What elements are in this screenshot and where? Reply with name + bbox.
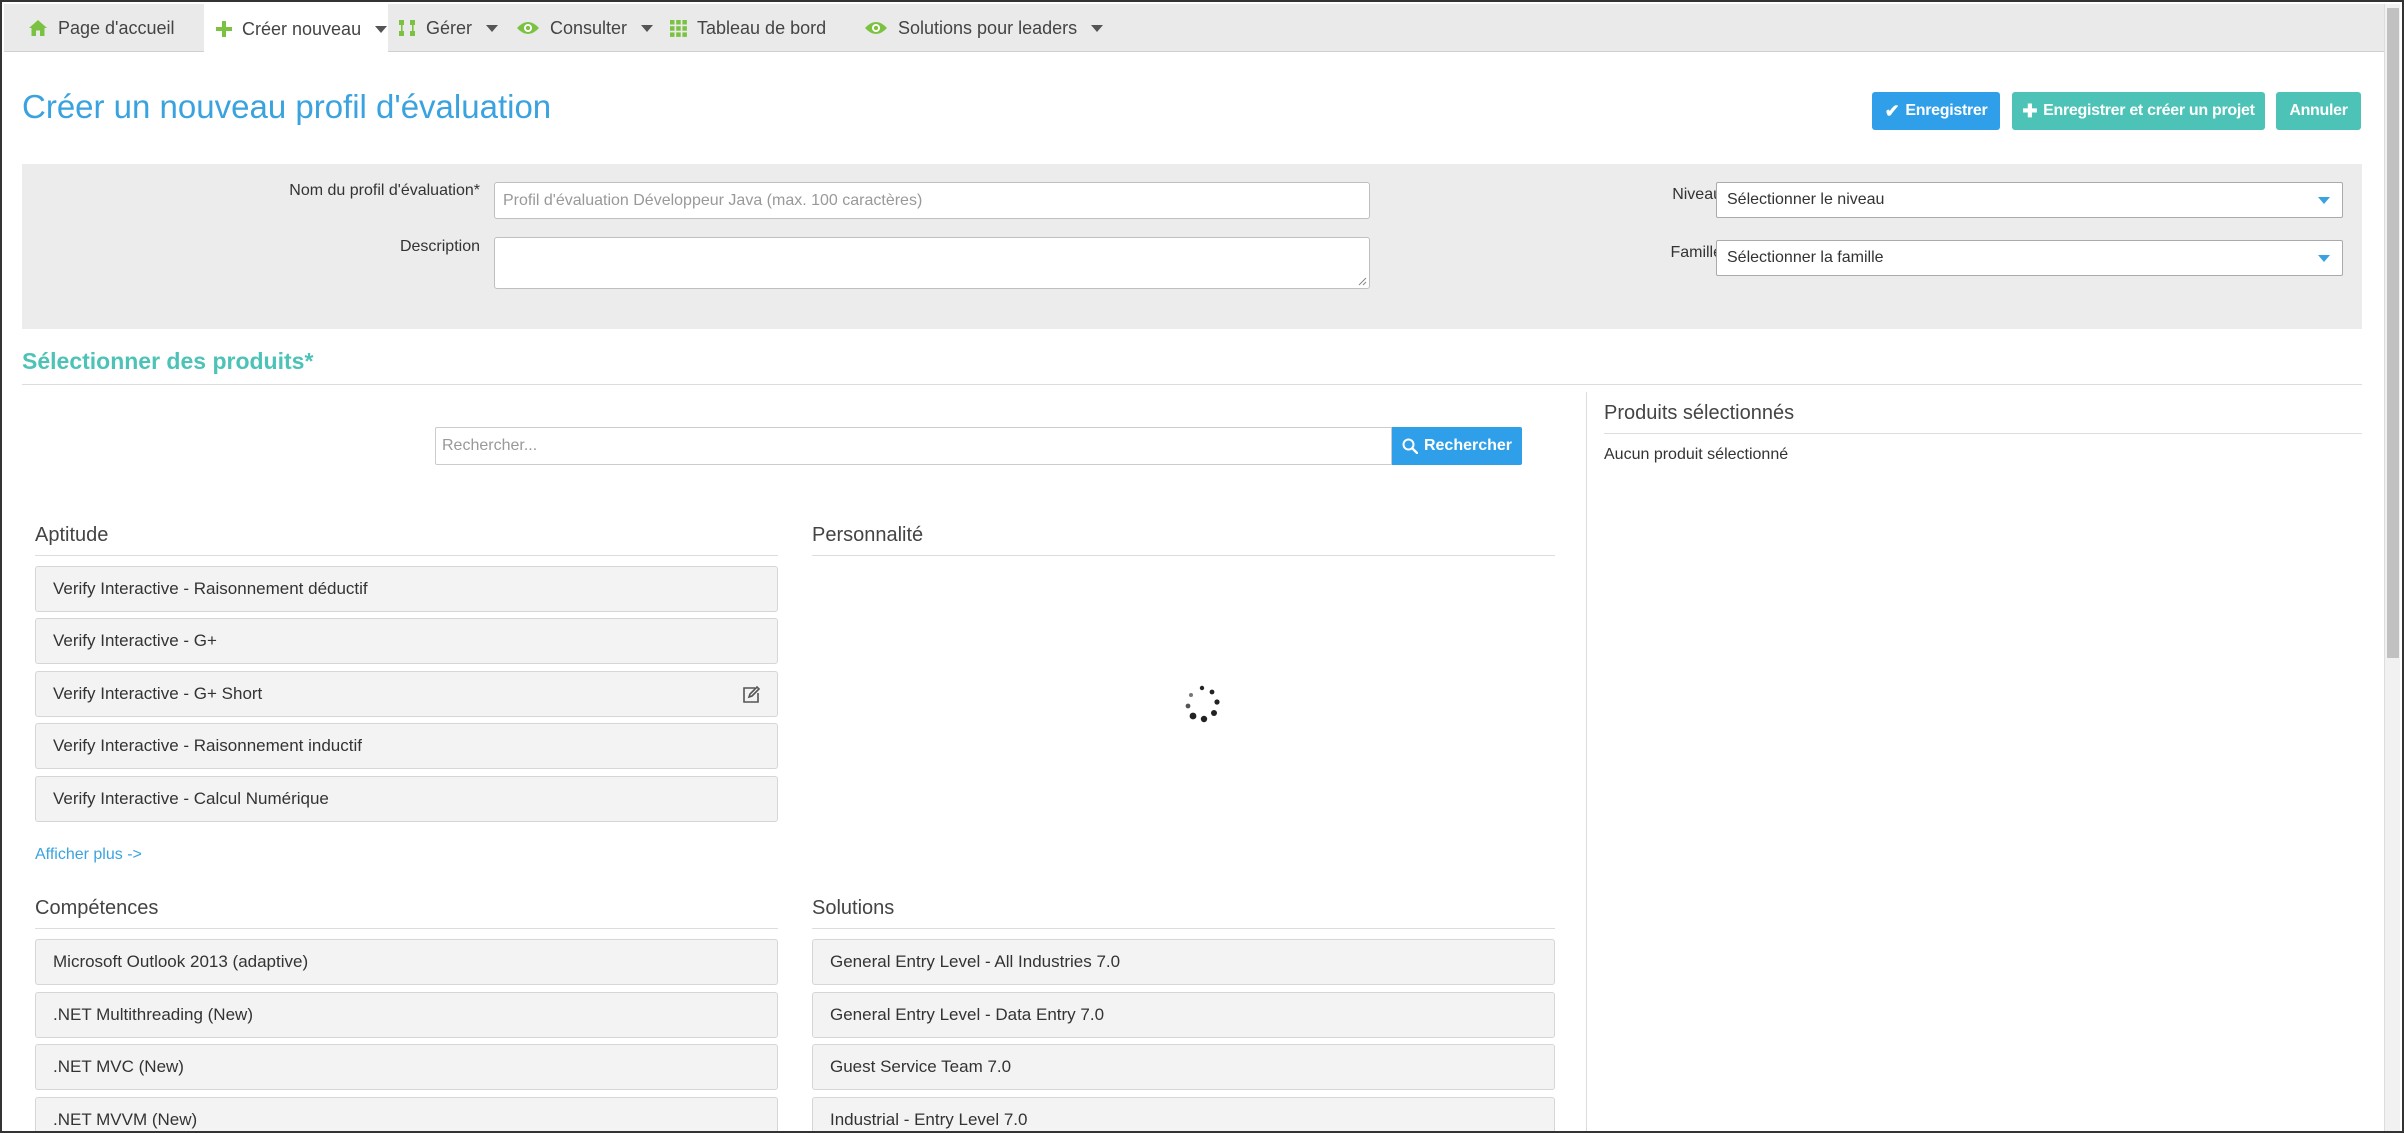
selected-products-title: Produits sélectionnés [1604, 402, 1795, 424]
selected-products-empty: Aucun produit sélectionné [1604, 446, 1789, 463]
personality-divider [812, 555, 1555, 556]
list-item[interactable]: Verify Interactive - G+ [35, 618, 778, 664]
level-select[interactable]: Sélectionner le niveau [1716, 182, 2343, 218]
nav-dashboard-label: Tableau de bord [697, 17, 827, 38]
chevron-down-icon [375, 25, 388, 33]
selected-products-divider [1604, 433, 2362, 434]
eye-icon [864, 20, 888, 36]
list-item[interactable]: Industrial - Entry Level 7.0 [812, 1097, 1555, 1131]
save-project-button-label: Enregistrer et créer un projet [2043, 102, 2255, 119]
product-search-input[interactable]: Rechercher... [435, 427, 1392, 465]
list-item[interactable]: Guest Service Team 7.0 [812, 1044, 1555, 1090]
description-textarea[interactable] [494, 237, 1370, 289]
list-item[interactable]: .NET MVVM (New) [35, 1097, 778, 1131]
list-item[interactable]: General Entry Level - Data Entry 7.0 [812, 992, 1555, 1038]
column-divider [1586, 392, 1587, 1131]
cancel-button[interactable]: Annuler [2276, 92, 2361, 130]
chevron-down-icon [641, 24, 654, 32]
list-item[interactable]: Verify Interactive - Calcul Numérique [35, 776, 778, 822]
aptitude-title: Aptitude [35, 524, 109, 546]
nav-home[interactable]: Page d'accueil [28, 4, 175, 52]
edit-icon[interactable] [741, 685, 761, 705]
description-label: Description [399, 238, 480, 255]
nav-consult-label: Consulter [550, 17, 628, 38]
top-nav: Page d'accueil Créer nouveau Gérer Consu… [4, 4, 2388, 54]
eye-icon [516, 20, 540, 36]
manage-icon [398, 19, 416, 37]
section-divider [22, 384, 2362, 385]
solutions-divider [812, 928, 1555, 929]
nav-home-label: Page d'accueil [58, 17, 175, 38]
list-item[interactable]: .NET MVC (New) [35, 1044, 778, 1090]
app-window: Page d'accueil Créer nouveau Gérer Consu… [0, 0, 2404, 1133]
skills-divider [35, 928, 778, 929]
nav-leaders-label: Solutions pour leaders [898, 17, 1078, 38]
personality-title: Personnalité [812, 524, 924, 546]
list-item[interactable]: Microsoft Outlook 2013 (adaptive) [35, 939, 778, 985]
list-item[interactable]: Verify Interactive - G+ Short [35, 671, 778, 717]
scrollbar-thumb[interactable] [2387, 8, 2399, 658]
page-title: Créer un nouveau profil d'évaluation [22, 88, 552, 125]
nav-leaders[interactable]: Solutions pour leaders [864, 4, 1104, 52]
show-more-link[interactable]: Afficher plus -> [35, 846, 142, 864]
family-select[interactable]: Sélectionner la famille [1716, 240, 2343, 276]
list-item-label: Verify Interactive - G+ Short [53, 684, 263, 703]
list-item[interactable]: Verify Interactive - Raisonnement déduct… [35, 566, 778, 612]
skills-title: Compétences [35, 897, 159, 919]
select-products-title: Sélectionner des produits* [22, 348, 314, 374]
chevron-down-icon [486, 24, 499, 32]
check-icon: ✔ [1884, 100, 1900, 121]
level-select-value: Sélectionner le niveau [1727, 191, 1885, 208]
list-item[interactable]: .NET Multithreading (New) [35, 992, 778, 1038]
loading-spinner-icon [1185, 685, 1220, 723]
chevron-down-icon [2318, 255, 2330, 262]
save-button[interactable]: ✔ Enregistrer [1872, 92, 2000, 130]
save-and-create-project-button[interactable]: ✚ Enregistrer et créer un projet [2012, 92, 2265, 130]
home-icon [28, 19, 48, 37]
profile-form-panel: Nom du profil d'évaluation* Profil d'éva… [22, 164, 2362, 329]
profile-name-label: Nom du profil d'évaluation* [289, 182, 480, 199]
nav-dashboard[interactable]: Tableau de bord [670, 4, 826, 52]
nav-manage[interactable]: Gérer [398, 4, 499, 52]
resize-grip-icon[interactable] [1357, 276, 1367, 286]
search-icon [1402, 438, 1418, 454]
search-button-label: Rechercher [1423, 437, 1513, 454]
save-button-label: Enregistrer [1905, 102, 1988, 119]
plus-icon: ✚ [2022, 100, 2038, 121]
list-item[interactable]: General Entry Level - All Industries 7.0 [812, 939, 1555, 985]
plus-icon [216, 21, 232, 37]
family-label: Famille [1670, 244, 1722, 261]
nav-create-label: Créer nouveau [242, 18, 362, 39]
grid-icon [670, 19, 687, 37]
vertical-scrollbar[interactable] [2384, 4, 2400, 1131]
profile-name-input[interactable]: Profil d'évaluation Développeur Java (ma… [494, 182, 1370, 219]
aptitude-divider [35, 555, 778, 556]
nav-create[interactable]: Créer nouveau [204, 4, 388, 54]
list-item[interactable]: Verify Interactive - Raisonnement induct… [35, 723, 778, 769]
level-label: Niveau [1672, 186, 1722, 203]
solutions-title: Solutions [812, 897, 895, 919]
chevron-down-icon [2318, 197, 2330, 204]
family-select-value: Sélectionner la famille [1727, 249, 1884, 266]
search-button[interactable]: Rechercher [1392, 427, 1522, 465]
nav-consult[interactable]: Consulter [516, 4, 654, 52]
nav-manage-label: Gérer [426, 17, 473, 38]
chevron-down-icon [1091, 24, 1104, 32]
